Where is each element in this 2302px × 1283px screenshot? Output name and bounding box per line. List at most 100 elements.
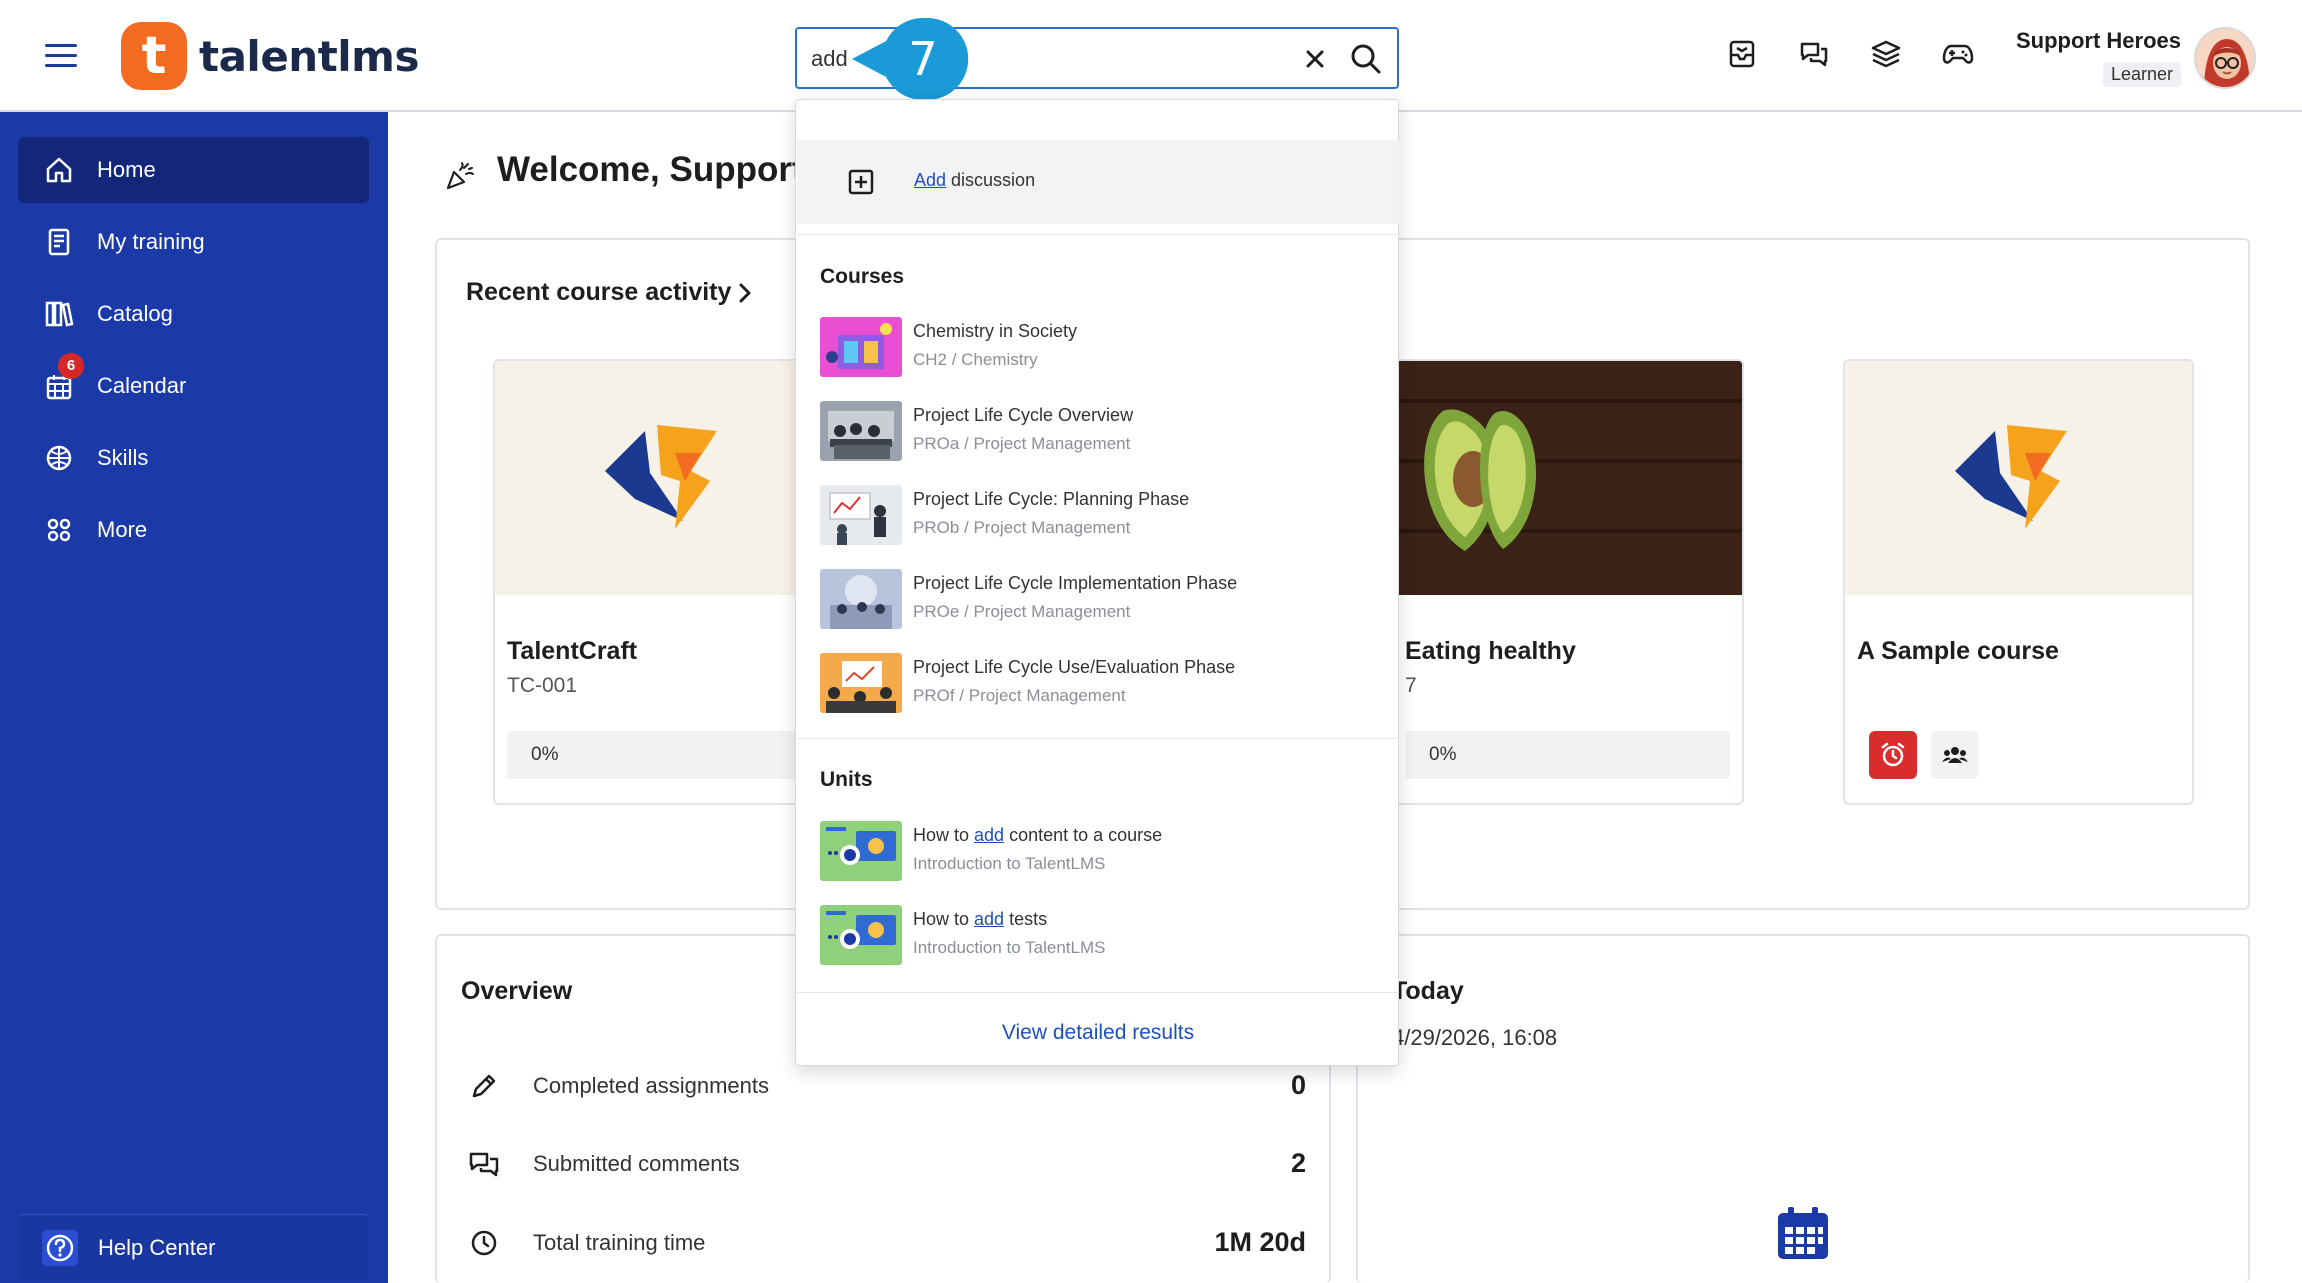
- title-prefix: How to: [913, 825, 975, 845]
- course-progress: 0%: [507, 731, 832, 779]
- course-card-eating-healthy[interactable]: Eating healthy 7 0%: [1393, 359, 1744, 805]
- divider: [797, 738, 1399, 739]
- course-result[interactable]: Project Life Cycle Overview PROa / Proje…: [820, 399, 1380, 461]
- gamepad-icon[interactable]: [1942, 38, 1974, 70]
- logo[interactable]: t talentlms: [121, 22, 419, 90]
- course-thumbnail: [495, 361, 842, 595]
- unit-result-subtitle: Introduction to TalentLMS: [913, 938, 1106, 957]
- add-discussion-label: Add discussion: [914, 170, 1035, 191]
- course-result-subtitle: CH2 / Chemistry: [913, 350, 1038, 369]
- sidebar-item-label: Calendar: [97, 373, 187, 398]
- sidebar-item-catalog[interactable]: Catalog: [18, 281, 369, 347]
- calendar-badge: 6: [58, 353, 84, 379]
- course-card-title: TalentCraft: [507, 637, 638, 665]
- inbox-icon[interactable]: [1726, 38, 1758, 70]
- sidebar-item-home[interactable]: Home: [18, 137, 369, 203]
- menu-icon[interactable]: [45, 44, 77, 68]
- search-icon[interactable]: [1350, 43, 1382, 75]
- welcome-title: Welcome, Support Heroes: [497, 150, 797, 189]
- users-icon: [1942, 747, 1968, 763]
- today-title: Today: [1392, 977, 1464, 1005]
- add-discussion-action[interactable]: Add discussion: [797, 140, 1399, 224]
- alarm-button[interactable]: [1869, 731, 1917, 779]
- title-suffix: content to a course: [1004, 825, 1163, 845]
- planning-phase-thumbnail: [820, 485, 902, 545]
- avatar-illustration: [2196, 29, 2254, 87]
- course-card-title: A Sample course: [1857, 637, 2059, 665]
- course-result-title: Project Life Cycle Implementation Phase: [913, 573, 1238, 593]
- course-result-title: Project Life Cycle: Planning Phase: [913, 489, 1190, 509]
- intro-unit-thumbnail: [820, 905, 902, 965]
- course-card-title: Eating healthy: [1405, 637, 1576, 665]
- step-number: 7: [908, 32, 938, 86]
- search-results-dropdown: Add discussion Courses Chemistry in Soci…: [795, 99, 1399, 1066]
- book-icon: [48, 228, 70, 256]
- logo-mark: t: [121, 22, 187, 90]
- sidebar-item-my-training[interactable]: My training: [18, 209, 369, 275]
- chevron-right-icon[interactable]: [734, 281, 756, 305]
- course-result[interactable]: Project Life Cycle: Planning Phase PROb …: [820, 483, 1380, 545]
- course-result-title: Project Life Cycle Overview: [913, 405, 1134, 425]
- course-thumbnail: [1395, 361, 1742, 595]
- layers-icon[interactable]: [1870, 38, 1902, 70]
- help-center-button[interactable]: Help Center: [18, 1214, 369, 1280]
- sidebar-item-label: Home: [97, 157, 156, 182]
- title-prefix: How to: [913, 909, 975, 929]
- sidebar-item-skills[interactable]: Skills: [18, 425, 369, 491]
- course-result-title: Project Life Cycle Use/Evaluation Phase: [913, 657, 1236, 677]
- course-card-sample-course[interactable]: A Sample course: [1843, 359, 2194, 805]
- overview-row-label: Submitted comments: [533, 1151, 740, 1176]
- sidebar-item-label: Catalog: [97, 301, 173, 326]
- avatar[interactable]: [2194, 27, 2256, 89]
- help-center-label: Help Center: [98, 1234, 216, 1260]
- units-heading: Units: [820, 768, 873, 791]
- course-result-subtitle: PROf / Project Management: [913, 686, 1126, 705]
- view-detailed-results-link[interactable]: View detailed results: [797, 1000, 1399, 1066]
- user-role-badge: Learner: [2102, 62, 2181, 87]
- course-thumbnail: [820, 317, 902, 377]
- alarm-clock-icon: [1881, 742, 1905, 767]
- courses-heading: Courses: [820, 265, 905, 288]
- unit-result[interactable]: How to add tests Introduction to TalentL…: [820, 903, 1380, 965]
- clock-icon: [471, 1230, 497, 1256]
- pencil-icon: [472, 1074, 496, 1098]
- course-progress-value: 0%: [531, 744, 559, 765]
- step-callout: 7: [852, 18, 972, 100]
- sidebar-item-more[interactable]: More: [18, 497, 369, 563]
- course-progress-value: 0%: [1429, 744, 1457, 765]
- catalog-icon: [45, 301, 74, 327]
- course-result[interactable]: Chemistry in Society CH2 / Chemistry: [820, 315, 1380, 377]
- match-highlight: add: [974, 825, 1005, 845]
- grid-icon: [47, 518, 71, 542]
- sidebar-item-label: More: [97, 517, 148, 542]
- course-card-code: TC-001: [507, 674, 578, 697]
- discussions-icon[interactable]: [1798, 38, 1830, 70]
- unit-result-subtitle: Introduction to TalentLMS: [913, 854, 1106, 873]
- calendar-icon: [1778, 1207, 1828, 1259]
- overview-row-label: Completed assignments: [533, 1073, 770, 1098]
- clear-icon[interactable]: [1301, 45, 1329, 73]
- course-result-subtitle: PROe / Project Management: [913, 602, 1131, 621]
- recent-activity-title[interactable]: Recent course activity: [466, 278, 731, 307]
- sidebar: Home My training Catalog 6 Calendar Skil…: [0, 112, 388, 1283]
- user-name[interactable]: Support Heroes: [2016, 28, 2181, 54]
- unit-result[interactable]: How to add content to a course Introduct…: [820, 819, 1380, 881]
- avocado-image: [1395, 361, 1742, 595]
- title-suffix: tests: [1004, 909, 1048, 929]
- overview-title: Overview: [461, 977, 573, 1005]
- group-button[interactable]: [1931, 731, 1979, 779]
- course-result-subtitle: PROa / Project Management: [913, 434, 1131, 453]
- sidebar-item-label: Skills: [97, 445, 149, 470]
- course-thumbnail: [1845, 361, 2192, 595]
- course-result-subtitle: PROb / Project Management: [913, 518, 1131, 537]
- sidebar-item-calendar[interactable]: 6 Calendar: [18, 353, 369, 419]
- course-thumbnail: [820, 401, 902, 461]
- course-result[interactable]: Project Life Cycle Implementation Phase …: [820, 567, 1380, 629]
- overview-row-label: Total training time: [533, 1230, 706, 1255]
- course-card-talentcraft[interactable]: TalentCraft TC-001 0%: [493, 359, 844, 805]
- overview-row-value: 2: [1290, 1148, 1306, 1178]
- implementation-phase-thumbnail: [820, 569, 902, 629]
- course-result[interactable]: Project Life Cycle Use/Evaluation Phase …: [820, 651, 1380, 713]
- party-icon: [446, 162, 474, 190]
- overview-row-value: 0: [1290, 1070, 1306, 1100]
